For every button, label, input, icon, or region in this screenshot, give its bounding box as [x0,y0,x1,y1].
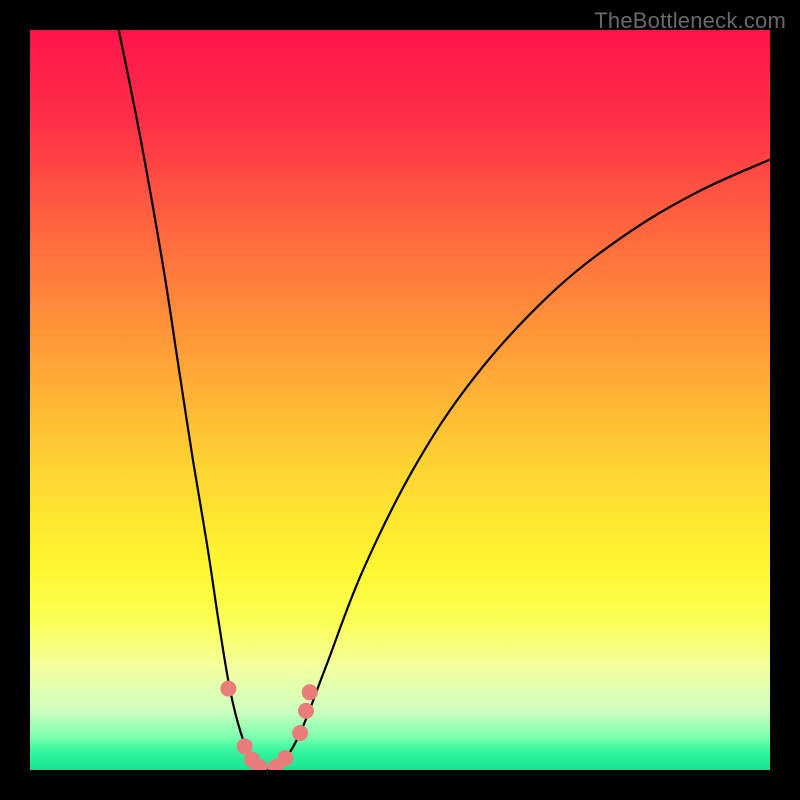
curve-layer [30,30,770,770]
bottleneck-curve-path [119,30,770,770]
data-point [220,681,236,697]
bottleneck-curve [119,30,770,770]
data-point [292,725,308,741]
watermark-text: TheBottleneck.com [594,8,786,34]
data-point [298,703,314,719]
chart-frame: TheBottleneck.com [0,0,800,800]
plot-area [30,30,770,770]
data-point [277,750,293,766]
data-point [302,684,318,700]
